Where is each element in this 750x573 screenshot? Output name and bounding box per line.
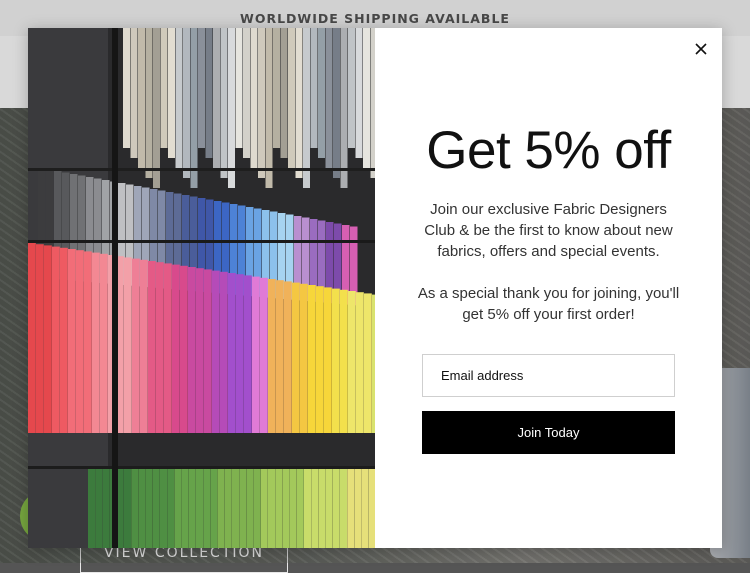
newsletter-popup: Get 5% off Join our exclusive Fabric Des… <box>28 28 722 548</box>
popup-thanks-text: As a special thank you for joining, you'… <box>417 285 680 323</box>
popup-content: Get 5% off Join our exclusive Fabric Des… <box>375 28 722 548</box>
email-field[interactable] <box>422 354 675 397</box>
join-today-button[interactable]: Join Today <box>422 411 675 454</box>
fabric-rack-image <box>28 28 375 548</box>
close-icon <box>695 43 707 55</box>
close-button[interactable] <box>690 38 712 60</box>
popup-title: Get 5% off <box>426 121 671 180</box>
popup-intro-text: Join our exclusive Fabric Designers Club… <box>424 201 673 260</box>
